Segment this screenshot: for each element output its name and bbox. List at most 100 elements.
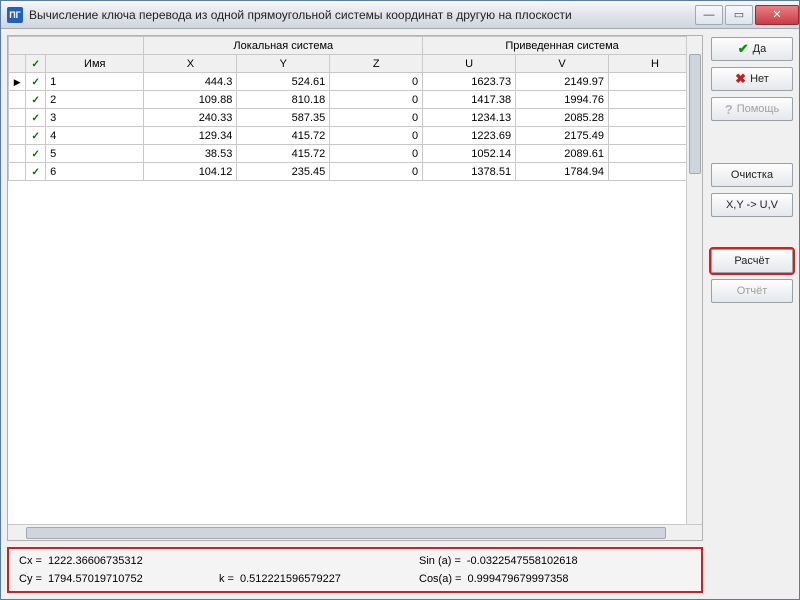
app-icon: ПГ [7, 7, 23, 23]
cell-v[interactable]: 2089.61 [516, 145, 609, 163]
horizontal-scrollbar[interactable] [8, 524, 702, 540]
window-title: Вычисление ключа перевода из одной прямо… [29, 8, 693, 22]
titlebar[interactable]: ПГ Вычисление ключа перевода из одной пр… [1, 1, 799, 29]
cell-y[interactable]: 415.72 [237, 145, 330, 163]
cell-u[interactable]: 1234.13 [423, 109, 516, 127]
k-value: 0.512221596579227 [240, 573, 341, 585]
x-icon: ✖ [735, 71, 746, 87]
grid-table[interactable]: Локальная система Приведенная система ✓ … [8, 36, 702, 181]
results-panel: Cx =1222.36606735312 Sin (a) =-0.0322547… [7, 547, 703, 593]
cell-u[interactable]: 1052.14 [423, 145, 516, 163]
cell-u[interactable]: 1623.73 [423, 73, 516, 91]
table-row[interactable]: ✓538.53415.7201052.142089.610 [9, 145, 702, 163]
col-x[interactable]: X [144, 55, 237, 73]
row-indicator [9, 109, 26, 127]
cell-u[interactable]: 1223.69 [423, 127, 516, 145]
row-check[interactable]: ✓ [26, 109, 46, 127]
cell-z[interactable]: 0 [330, 109, 423, 127]
xy-uv-label: X,Y -> U,V [726, 199, 778, 211]
cell-z[interactable]: 0 [330, 163, 423, 181]
yes-button[interactable]: ✔ Да [711, 37, 793, 61]
col-v[interactable]: V [516, 55, 609, 73]
cell-name[interactable]: 3 [46, 109, 144, 127]
table-row[interactable]: ▶✓1444.3524.6101623.732149.970 [9, 73, 702, 91]
group-header-target: Приведенная система [423, 37, 702, 55]
cx-label: Cx = [19, 555, 42, 567]
cell-y[interactable]: 235.45 [237, 163, 330, 181]
col-check[interactable]: ✓ [26, 55, 46, 73]
cx-value: 1222.36606735312 [48, 555, 143, 567]
close-button[interactable]: ✕ [755, 5, 799, 25]
window-frame: ПГ Вычисление ключа перевода из одной пр… [0, 0, 800, 600]
row-indicator [9, 91, 26, 109]
clear-button[interactable]: Очистка [711, 163, 793, 187]
cy-label: Cy = [19, 573, 42, 585]
cell-z[interactable]: 0 [330, 91, 423, 109]
cell-v[interactable]: 2149.97 [516, 73, 609, 91]
report-button[interactable]: Отчёт [711, 279, 793, 303]
cell-u[interactable]: 1417.38 [423, 91, 516, 109]
col-name[interactable]: Имя [46, 55, 144, 73]
row-check[interactable]: ✓ [26, 73, 46, 91]
no-button[interactable]: ✖ Нет [711, 67, 793, 91]
cell-z[interactable]: 0 [330, 145, 423, 163]
row-check[interactable]: ✓ [26, 145, 46, 163]
cell-x[interactable]: 38.53 [144, 145, 237, 163]
cell-name[interactable]: 1 [46, 73, 144, 91]
calc-label: Расчёт [734, 255, 769, 267]
clear-label: Очистка [731, 169, 773, 181]
cell-x[interactable]: 240.33 [144, 109, 237, 127]
client-area: Локальная система Приведенная система ✓ … [1, 29, 799, 599]
maximize-button[interactable]: ▭ [725, 5, 753, 25]
cell-z[interactable]: 0 [330, 73, 423, 91]
cell-name[interactable]: 6 [46, 163, 144, 181]
cell-x[interactable]: 104.12 [144, 163, 237, 181]
cell-v[interactable]: 1994.76 [516, 91, 609, 109]
help-label: Помощь [737, 103, 780, 115]
cell-v[interactable]: 2085.28 [516, 109, 609, 127]
cell-y[interactable]: 415.72 [237, 127, 330, 145]
col-z[interactable]: Z [330, 55, 423, 73]
table-row[interactable]: ✓6104.12235.4501378.511784.940 [9, 163, 702, 181]
sin-value: -0.0322547558102618 [467, 555, 578, 567]
cell-y[interactable]: 810.18 [237, 91, 330, 109]
table-row[interactable]: ✓3240.33587.3501234.132085.280 [9, 109, 702, 127]
row-indicator [9, 145, 26, 163]
left-pane: Локальная система Приведенная система ✓ … [7, 35, 703, 593]
cell-y[interactable]: 587.35 [237, 109, 330, 127]
cell-name[interactable]: 4 [46, 127, 144, 145]
row-indicator [9, 163, 26, 181]
row-check[interactable]: ✓ [26, 127, 46, 145]
cell-name[interactable]: 5 [46, 145, 144, 163]
row-check[interactable]: ✓ [26, 91, 46, 109]
row-indicator [9, 127, 26, 145]
vertical-scrollbar[interactable] [686, 36, 702, 524]
table-row[interactable]: ✓2109.88810.1801417.381994.760 [9, 91, 702, 109]
cell-x[interactable]: 109.88 [144, 91, 237, 109]
calc-button[interactable]: Расчёт [711, 249, 793, 273]
col-y[interactable]: Y [237, 55, 330, 73]
minimize-button[interactable]: — [695, 5, 723, 25]
cy-value: 1794.57019710752 [48, 573, 143, 585]
cell-x[interactable]: 129.34 [144, 127, 237, 145]
cell-y[interactable]: 524.61 [237, 73, 330, 91]
help-button[interactable]: ? Помощь [711, 97, 793, 121]
cell-x[interactable]: 444.3 [144, 73, 237, 91]
col-u[interactable]: U [423, 55, 516, 73]
cell-v[interactable]: 1784.94 [516, 163, 609, 181]
row-check[interactable]: ✓ [26, 163, 46, 181]
cell-z[interactable]: 0 [330, 127, 423, 145]
yes-label: Да [753, 43, 767, 55]
cell-u[interactable]: 1378.51 [423, 163, 516, 181]
data-grid: Локальная система Приведенная система ✓ … [7, 35, 703, 541]
cos-label: Cos(a) = [419, 573, 462, 585]
check-icon: ✔ [738, 41, 749, 57]
cos-value: 0.999479679997358 [468, 573, 569, 585]
table-row[interactable]: ✓4129.34415.7201223.692175.490 [9, 127, 702, 145]
cell-name[interactable]: 2 [46, 91, 144, 109]
col-indicator [9, 55, 26, 73]
cell-v[interactable]: 2175.49 [516, 127, 609, 145]
group-header-local: Локальная система [144, 37, 423, 55]
xy-to-uv-button[interactable]: X,Y -> U,V [711, 193, 793, 217]
row-indicator: ▶ [9, 73, 26, 91]
